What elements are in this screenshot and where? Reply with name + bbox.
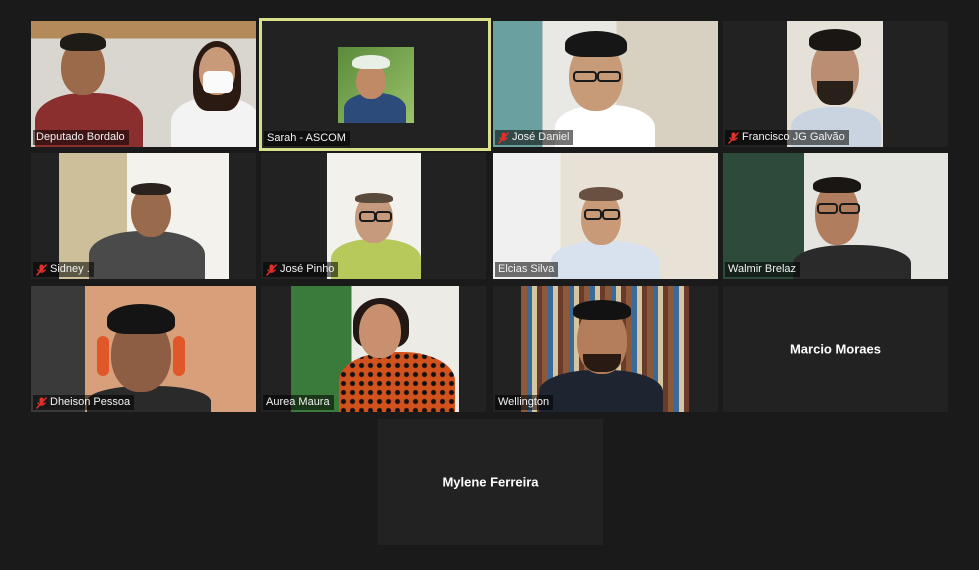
participant-name-tag: Sarah - ASCOM [264, 131, 350, 146]
video-feed [521, 286, 689, 412]
participant-tile-jose-daniel[interactable]: José Daniel [493, 21, 718, 147]
video-feed [31, 286, 256, 412]
participant-name-tag: Aurea Maura [263, 395, 334, 410]
video-feed [493, 153, 718, 279]
participant-name-tag: Francisco JG Galvão [725, 130, 849, 145]
video-feed [59, 153, 229, 279]
participant-tile-aurea-maura[interactable]: Aurea Maura [261, 286, 486, 412]
muted-mic-icon [266, 263, 277, 276]
muted-mic-icon [728, 131, 739, 144]
participant-tile-dheison-pessoa[interactable]: Dheison Pessoa [31, 286, 256, 412]
muted-mic-icon [498, 131, 509, 144]
participant-name: Mylene Ferreira [442, 474, 539, 490]
participant-name: Marcio Moraes [789, 341, 882, 357]
participant-tile-jose-pinho[interactable]: José Pinho [261, 153, 486, 279]
participant-tile-sidney[interactable]: Sidney . [31, 153, 256, 279]
participant-name-tag: Walmir Brelaz [725, 262, 801, 277]
participant-name: Aurea Maura [266, 396, 330, 408]
video-feed [723, 153, 948, 279]
participant-name: Francisco JG Galvão [742, 131, 845, 143]
video-feed [291, 286, 459, 412]
participant-name-tag: Elcias Silva [495, 262, 559, 277]
participant-name-tag: Dheison Pessoa [33, 395, 135, 410]
participant-name-tag: José Daniel [495, 130, 574, 145]
participant-tile-mylene-ferreira[interactable]: Mylene Ferreira [378, 419, 603, 545]
participant-name: Dheison Pessoa [50, 396, 131, 408]
participant-name-tag: Deputado Bordalo [33, 130, 129, 145]
participant-name-tag: José Pinho [263, 262, 339, 277]
participant-name: Sidney . [50, 263, 90, 275]
participant-tile-wellington[interactable]: Wellington [493, 286, 718, 412]
video-feed [327, 153, 421, 279]
participant-tile-marcio-moraes[interactable]: Marcio Moraes [723, 286, 948, 412]
video-feed [493, 21, 718, 147]
muted-mic-icon [36, 396, 47, 409]
participant-name: Deputado Bordalo [36, 131, 125, 143]
participant-name: José Daniel [512, 131, 570, 143]
profile-picture [338, 47, 414, 123]
participant-name: José Pinho [280, 263, 335, 275]
participant-tile-deputado-bordalo[interactable]: Deputado Bordalo [31, 21, 256, 147]
participant-name-tag: Wellington [495, 395, 554, 410]
participant-name: Walmir Brelaz [728, 263, 797, 275]
participant-tile-walmir-brelaz[interactable]: Walmir Brelaz [723, 153, 948, 279]
zoom-gallery-view: { "participants": [ {"name": "Deputado B… [0, 0, 979, 570]
participant-name: Elcias Silva [498, 263, 555, 275]
participant-tile-elcias-silva[interactable]: Elcias Silva [493, 153, 718, 279]
participant-name: Wellington [498, 396, 550, 408]
video-feed [787, 21, 883, 147]
participant-tile-francisco-jg-galvao[interactable]: Francisco JG Galvão [723, 21, 948, 147]
muted-mic-icon [36, 263, 47, 276]
participant-name-tag: Sidney . [33, 262, 94, 277]
participant-tile-sarah-ascom[interactable]: Sarah - ASCOM [259, 18, 491, 151]
participant-name: Sarah - ASCOM [267, 132, 346, 144]
video-feed [31, 21, 256, 147]
